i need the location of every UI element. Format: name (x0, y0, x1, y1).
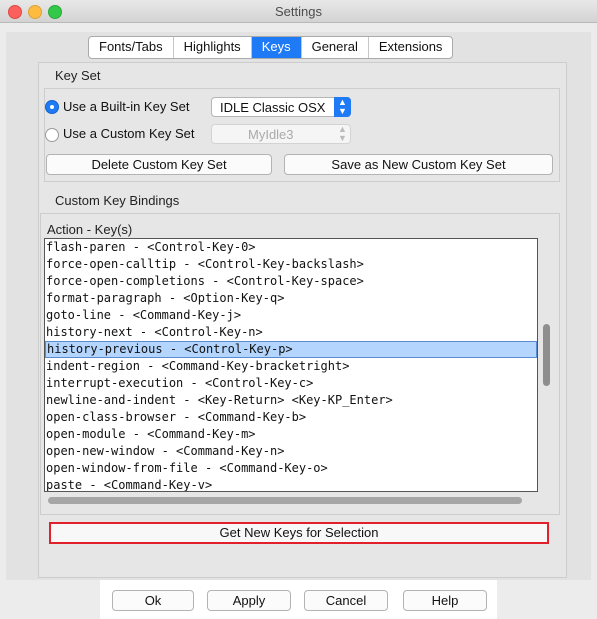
tab-bar: Fonts/Tabs Highlights Keys General Exten… (88, 36, 454, 59)
save-new-custom-keyset-button[interactable]: Save as New Custom Key Set (284, 154, 553, 175)
list-item[interactable]: interrupt-execution - <Control-Key-c> (45, 375, 537, 392)
custom-keyset-radio[interactable] (45, 128, 59, 142)
list-item[interactable]: paste - <Command-Key-v> (45, 477, 537, 491)
horizontal-scrollbar[interactable] (44, 495, 538, 506)
list-item[interactable]: open-module - <Command-Key-m> (45, 426, 537, 443)
tab-fonts-tabs[interactable]: Fonts/Tabs (89, 37, 174, 58)
list-item[interactable]: goto-line - <Command-Key-j> (45, 307, 537, 324)
builtin-keyset-value: IDLE Classic OSX (220, 100, 326, 115)
list-header: Action - Key(s) (47, 222, 133, 237)
tab-extensions[interactable]: Extensions (369, 37, 453, 58)
builtin-keyset-label[interactable]: Use a Built-in Key Set (63, 99, 189, 114)
apply-button[interactable]: Apply (207, 590, 291, 611)
list-item[interactable]: newline-and-indent - <Key-Return> <Key-K… (45, 392, 537, 409)
list-item[interactable]: open-window-from-file - <Command-Key-o> (45, 460, 537, 477)
list-item[interactable]: open-class-browser - <Command-Key-b> (45, 409, 537, 426)
builtin-keyset-select[interactable]: IDLE Classic OSX ▲ ▼ (211, 97, 351, 117)
vertical-scrollbar[interactable] (541, 238, 552, 492)
list-item[interactable]: force-open-calltip - <Control-Key-backsl… (45, 256, 537, 273)
custom-key-bindings-label: Custom Key Bindings (55, 193, 180, 208)
ok-button[interactable]: Ok (112, 590, 194, 611)
cancel-button[interactable]: Cancel (304, 590, 388, 611)
horizontal-scroll-thumb[interactable] (48, 497, 522, 504)
list-item[interactable]: format-paragraph - <Option-Key-q> (45, 290, 537, 307)
list-item-selected[interactable]: history-previous - <Control-Key-p> (45, 341, 537, 358)
up-down-chevron-icon: ▲ ▼ (334, 97, 351, 117)
list-item[interactable]: history-next - <Control-Key-n> (45, 324, 537, 341)
custom-keyset-select[interactable]: MyIdle3 ▲ ▼ (211, 124, 351, 144)
custom-keyset-label[interactable]: Use a Custom Key Set (63, 126, 195, 141)
up-down-chevron-icon: ▲ ▼ (338, 124, 347, 143)
builtin-keyset-radio[interactable] (45, 100, 59, 114)
tab-general[interactable]: General (302, 37, 369, 58)
get-new-keys-button[interactable]: Get New Keys for Selection (49, 522, 549, 544)
bindings-list[interactable]: flash-paren - <Control-Key-0> force-open… (44, 238, 538, 492)
list-item[interactable]: indent-region - <Command-Key-bracketrigh… (45, 358, 537, 375)
tab-highlights[interactable]: Highlights (174, 37, 252, 58)
tab-keys[interactable]: Keys (251, 37, 302, 58)
list-item[interactable]: force-open-completions - <Control-Key-sp… (45, 273, 537, 290)
list-item[interactable]: flash-paren - <Control-Key-0> (45, 239, 537, 256)
window-title: Settings (275, 4, 322, 19)
title-bar: Settings (0, 0, 597, 23)
custom-keyset-value: MyIdle3 (248, 127, 294, 142)
key-set-label: Key Set (55, 68, 101, 83)
delete-custom-keyset-button[interactable]: Delete Custom Key Set (46, 154, 272, 175)
dialog-button-bar: Ok Apply Cancel Help (100, 580, 497, 619)
help-button[interactable]: Help (403, 590, 487, 611)
vertical-scroll-thumb[interactable] (543, 324, 550, 386)
list-item[interactable]: open-new-window - <Command-Key-n> (45, 443, 537, 460)
